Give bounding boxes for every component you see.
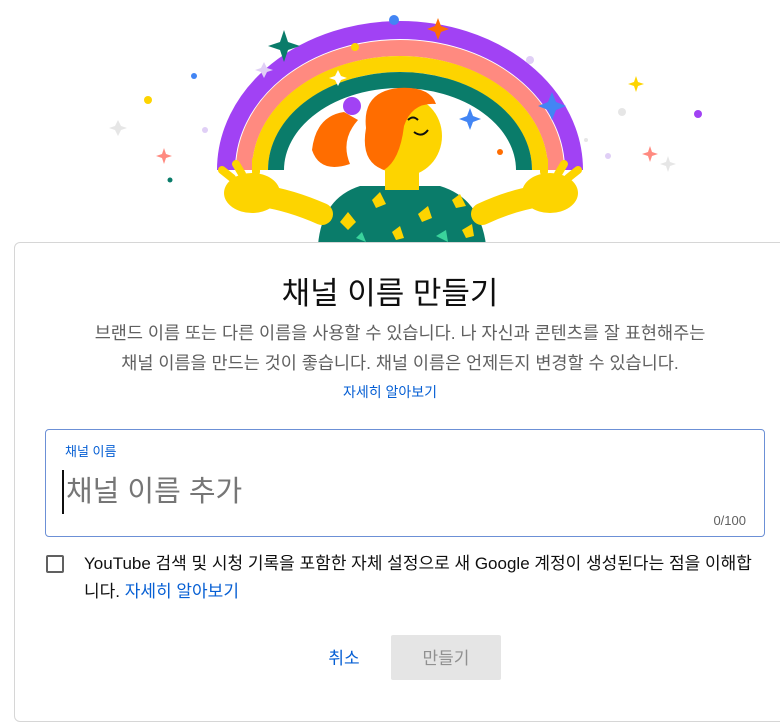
learn-more-link[interactable]: 자세히 알아보기	[0, 382, 780, 402]
description-line-2: 채널 이름을 만드는 것이 좋습니다. 채널 이름은 언제든지 변경할 수 있습…	[121, 353, 679, 373]
agreement-text: YouTube 검색 및 시청 기록을 포함한 자체 설정으로 새 Google…	[84, 550, 764, 606]
create-button[interactable]: 만들기	[391, 635, 501, 680]
hero-illustration	[0, 0, 780, 245]
channel-name-field: 채널 이름 0/100	[45, 429, 765, 537]
channel-name-input[interactable]	[62, 470, 666, 514]
character-counter: 0/100	[713, 513, 746, 528]
dialog-description: 브랜드 이름 또는 다른 이름을 사용할 수 있습니다. 나 자신과 콘텐츠를 …	[30, 318, 770, 378]
cancel-button[interactable]: 취소	[310, 636, 378, 680]
rainbow-celebration-illustration	[109, 15, 702, 245]
dialog-title: 채널 이름 만들기	[281, 276, 499, 311]
channel-name-label: 채널 이름	[65, 444, 117, 459]
agreement-checkbox[interactable]	[46, 555, 64, 573]
agreement-learn-more-link[interactable]: 자세히 알아보기	[125, 582, 239, 601]
description-line-1: 브랜드 이름 또는 다른 이름을 사용할 수 있습니다. 나 자신과 콘텐츠를 …	[94, 323, 706, 343]
